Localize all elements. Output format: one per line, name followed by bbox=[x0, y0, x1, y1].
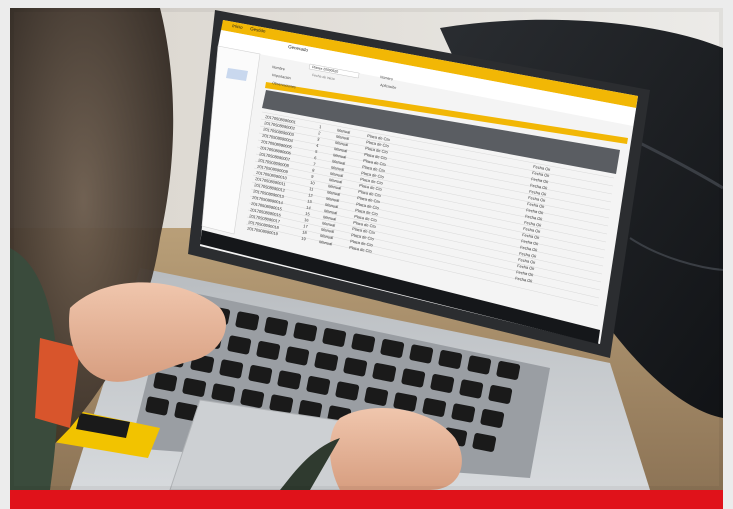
photo: 20170508090001 1 Manual Placa de Cto Fecha O… bbox=[10, 8, 723, 490]
brand-bar bbox=[10, 490, 723, 509]
laptop-photo: 201705080900011ManualPlaca de CtoFecha O… bbox=[10, 8, 723, 490]
photo-frame: 20170508090001 1 Manual Placa de Cto Fecha O… bbox=[0, 0, 733, 509]
